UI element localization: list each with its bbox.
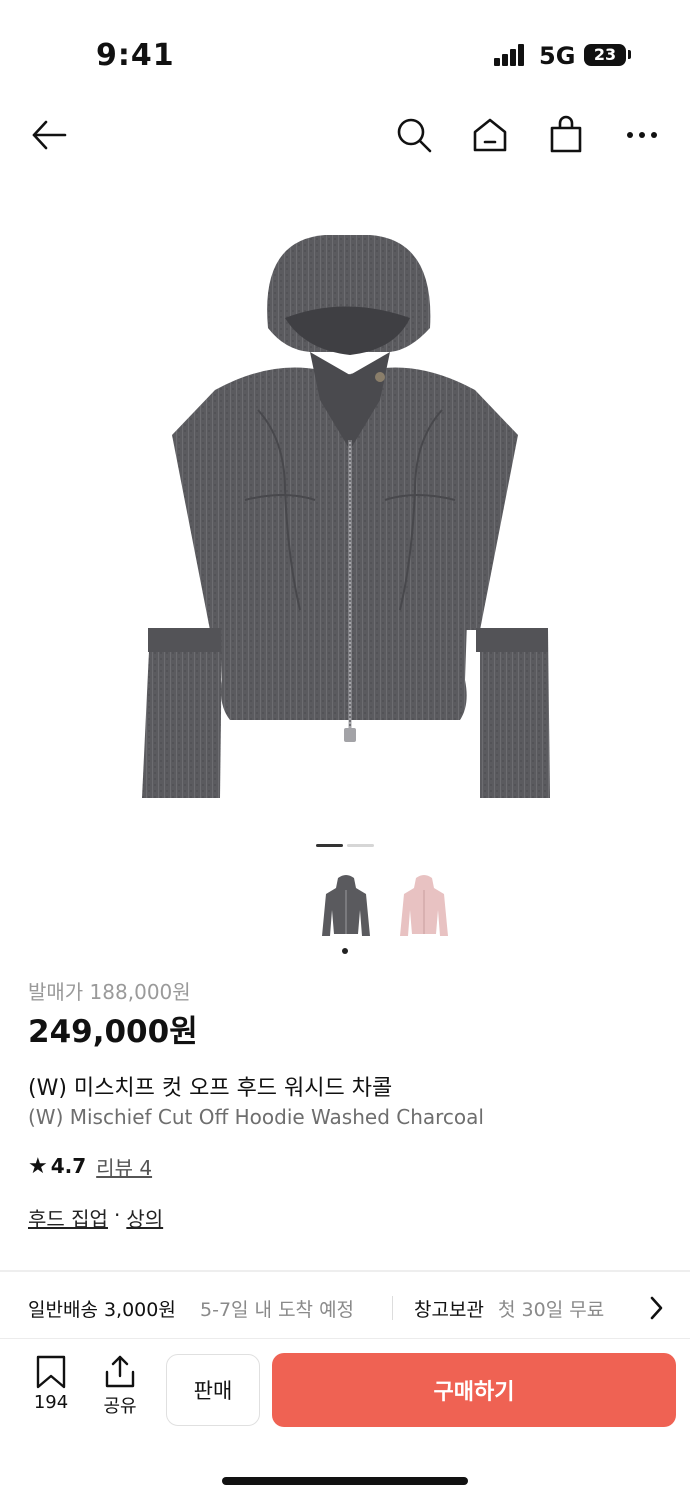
reviews-link[interactable]: 리뷰 4 <box>96 1152 152 1181</box>
sell-button[interactable]: 판매 <box>166 1354 260 1426</box>
category-separator: · <box>113 1203 121 1227</box>
cellular-signal-icon <box>494 44 526 66</box>
status-time: 9:41 <box>96 38 175 73</box>
bottom-bar-divider <box>0 1338 690 1339</box>
category-breadcrumb: 후드 집업 · 상의 <box>28 1203 163 1232</box>
search-icon[interactable] <box>391 112 437 158</box>
section-divider <box>0 1270 690 1272</box>
bookmark-button[interactable]: 194 <box>28 1354 74 1418</box>
product-name-ko: (W) 미스치프 컷 오프 후드 워시드 차콜 <box>28 1076 393 1101</box>
bookmark-icon <box>36 1355 66 1389</box>
product-image[interactable] <box>110 200 580 820</box>
share-button[interactable]: 공유 <box>96 1354 144 1418</box>
shopping-bag-icon[interactable] <box>543 112 589 158</box>
pager-inactive <box>347 844 374 847</box>
share-label: 공유 <box>103 1396 137 1417</box>
back-arrow-icon[interactable] <box>26 112 72 158</box>
storage-note: 첫 30일 무료 <box>498 1298 605 1321</box>
home-icon[interactable] <box>467 112 513 158</box>
thumbnail-charcoal[interactable] <box>316 870 376 942</box>
release-price: 발매가 188,000원 <box>28 980 191 1004</box>
star-icon: ★ <box>28 1153 48 1179</box>
delivery-info-row[interactable]: 일반배송 3,000원 5-7일 내 도착 예정 창고보관 첫 30일 무료 <box>0 1280 690 1336</box>
rating-score: 4.7 <box>50 1154 87 1178</box>
status-bar: 9:41 5G 23 <box>0 0 690 100</box>
top-nav-bar <box>0 100 690 170</box>
product-name-en: (W) Mischief Cut Off Hoodie Washed Charc… <box>28 1105 484 1129</box>
thumbnail-pink[interactable] <box>394 870 454 942</box>
bookmark-count: 194 <box>33 1392 69 1413</box>
network-type: 5G <box>539 42 576 70</box>
product-price: 249,000원 <box>28 1014 198 1050</box>
more-icon[interactable] <box>619 112 665 158</box>
battery-icon: 23 <box>584 44 626 66</box>
rating-row: ★ 4.7 리뷰 4 <box>28 1152 152 1180</box>
buy-button[interactable]: 구매하기 <box>272 1353 676 1427</box>
chevron-right-icon <box>650 1296 663 1320</box>
pager-active <box>316 844 343 847</box>
selected-thumbnail-dot <box>342 948 348 954</box>
home-indicator[interactable] <box>222 1477 468 1485</box>
color-thumbnails <box>0 870 690 960</box>
battery-tip <box>628 50 631 59</box>
shipping-fee: 일반배송 3,000원 <box>28 1298 176 1321</box>
category-top[interactable]: 상의 <box>126 1203 163 1232</box>
category-hood-zipup[interactable]: 후드 집업 <box>28 1203 108 1232</box>
delivery-eta: 5-7일 내 도착 예정 <box>200 1298 355 1321</box>
warehouse-storage: 창고보관 <box>414 1298 484 1321</box>
share-icon <box>105 1355 135 1388</box>
delivery-separator <box>392 1296 393 1320</box>
